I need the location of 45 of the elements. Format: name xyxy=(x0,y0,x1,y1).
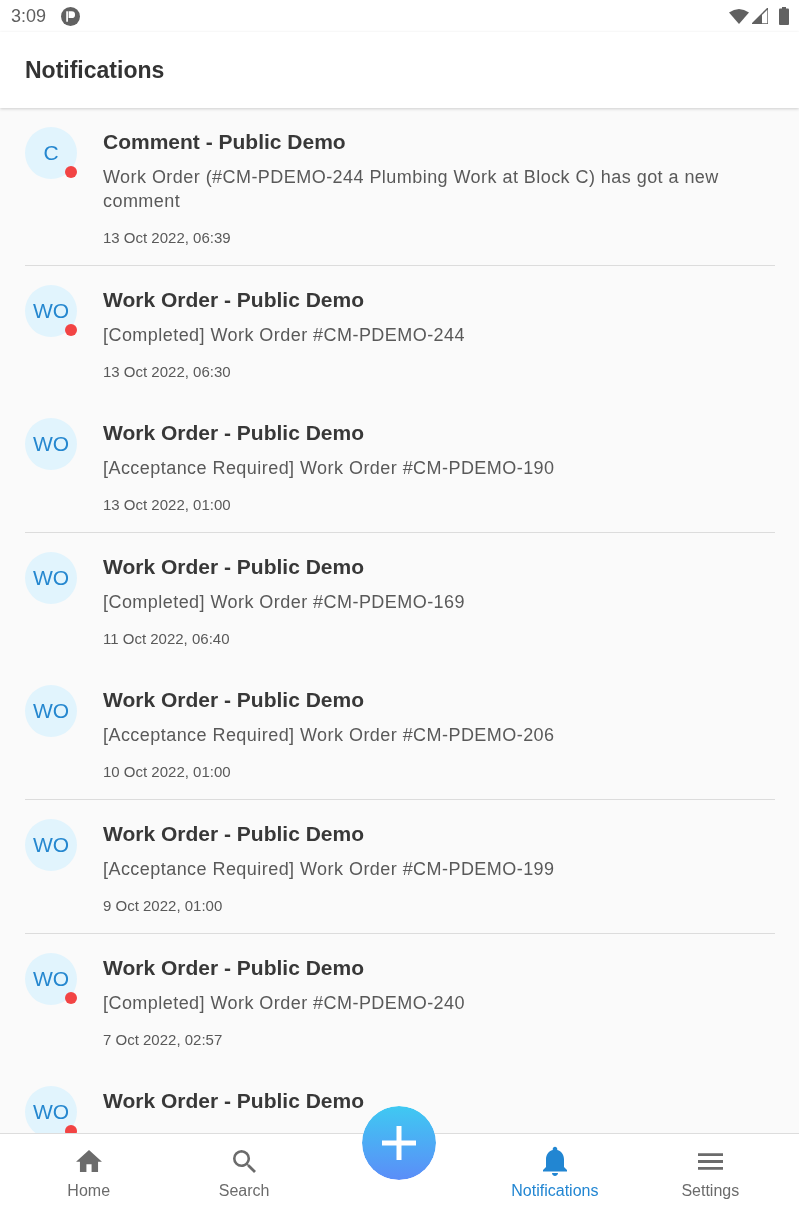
avatar: C xyxy=(25,127,77,179)
notification-date: 7 Oct 2022, 02:57 xyxy=(103,1030,224,1050)
notification-message: [Completed] Work Order #CM-PDEMO-244 xyxy=(103,324,466,347)
nav-tab[interactable]: Notifications xyxy=(477,1134,633,1209)
home-icon xyxy=(75,1150,102,1172)
notification-message: [Completed] Work Order #CM-PDEMO-169 xyxy=(103,591,466,614)
avatar: WO xyxy=(25,685,77,737)
avatar: WO xyxy=(25,1086,77,1133)
avatar: WO xyxy=(25,285,77,337)
notification-message: [Completed] Work Order #CM-PDEMO-240 xyxy=(103,992,466,1015)
search-icon xyxy=(232,1149,256,1173)
notification-title: Work Order - Public Demo xyxy=(103,687,365,713)
notification-date: 13 Oct 2022, 01:00 xyxy=(103,495,232,515)
notification-title: Comment - Public Demo xyxy=(103,129,347,155)
avatar: WO xyxy=(25,552,77,604)
menu-icon xyxy=(697,1152,723,1170)
notification-message: Work Order (#CM-PDEMO-244 Plumbing Work at Block C) has got a new comment xyxy=(103,166,720,213)
notification-title: Work Order - Public Demo xyxy=(103,287,365,313)
signal-icon xyxy=(752,8,768,24)
wifi-icon xyxy=(729,8,749,24)
battery-icon xyxy=(779,7,789,25)
bell-icon xyxy=(542,1146,567,1176)
avatar: WO xyxy=(25,418,77,470)
app-status-icon xyxy=(61,6,81,26)
notification-date: 11 Oct 2022, 06:40 xyxy=(103,629,231,649)
add-button[interactable] xyxy=(362,1106,437,1180)
notification-date: 10 Oct 2022, 01:00 xyxy=(103,762,232,782)
nav-tab[interactable]: Search xyxy=(166,1134,322,1209)
notification-date: 13 Oct 2022, 06:39 xyxy=(103,228,232,248)
notification-title: Work Order - Public Demo xyxy=(103,554,365,580)
notification-message: [Acceptance Required] Work Order #CM-PDEMO-190 xyxy=(103,457,556,480)
avatar: WO xyxy=(25,819,77,871)
notification-message: [Acceptance Required] Work Order #CM-PDEMO-199 xyxy=(103,858,556,881)
notification-date: 9 Oct 2022, 01:00 xyxy=(103,896,224,916)
notification-title: Work Order - Public Demo xyxy=(103,955,365,981)
notification-message: [Acceptance Required] Work Order #CM-PDEMO-206 xyxy=(103,724,556,747)
notification-date: 13 Oct 2022, 06:30 xyxy=(103,362,232,382)
page-title: Notifications xyxy=(25,56,165,85)
avatar: WO xyxy=(25,953,77,1005)
nav-tab[interactable]: Settings xyxy=(632,1134,788,1209)
notification-title: Work Order - Public Demo xyxy=(103,821,365,847)
notification-title: Work Order - Public Demo xyxy=(103,1088,365,1114)
status-time: 3:09 xyxy=(11,5,47,27)
nav-tab[interactable]: Home xyxy=(11,1134,167,1209)
notification-title: Work Order - Public Demo xyxy=(103,420,365,446)
